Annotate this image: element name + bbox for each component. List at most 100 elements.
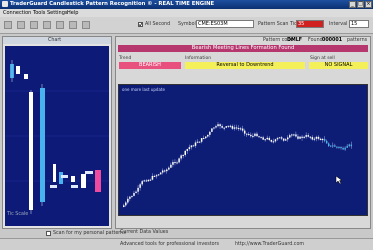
refresh-icon[interactable] <box>30 21 38 29</box>
candle-body <box>213 127 215 129</box>
candle-body <box>321 138 324 141</box>
symbol-label: Symbol <box>178 22 196 27</box>
zoom-out-icon[interactable] <box>56 21 64 29</box>
candle-body <box>151 175 154 180</box>
menu-help[interactable]: Help <box>67 10 78 16</box>
candle-body <box>229 125 232 127</box>
symbol-input[interactable]: CME:ES03M <box>196 20 254 28</box>
interval-select[interactable]: 15 <box>349 20 369 28</box>
candle-body <box>260 137 262 139</box>
candle-body <box>270 139 273 142</box>
candle-body <box>332 145 334 147</box>
main-candlestick-chart[interactable]: one more last update <box>118 84 368 216</box>
candle-body <box>190 145 193 148</box>
personal-patterns-label: Scan for my personal patterns <box>53 231 126 236</box>
window-title: TraderGuard Candlestick Pattern Recognit… <box>10 1 215 7</box>
candle-body <box>237 128 240 130</box>
candle-body <box>336 146 338 148</box>
help-icon[interactable] <box>82 21 90 29</box>
zoom-in-icon[interactable] <box>43 21 51 29</box>
left-panel-title: Chart <box>48 38 62 43</box>
preview-candle <box>40 88 45 202</box>
candle-body <box>221 126 223 128</box>
candle-body <box>196 141 199 143</box>
status-bar: Advanced tools for professional investor… <box>0 238 373 250</box>
back-icon[interactable] <box>4 21 12 29</box>
candle-body <box>125 202 127 206</box>
candle-body <box>143 180 145 182</box>
minimize-button[interactable]: _ <box>349 1 356 8</box>
candle-body <box>184 150 186 155</box>
candle-body <box>264 139 266 141</box>
candle-body <box>223 127 225 129</box>
candle-body <box>147 179 150 182</box>
candle-body <box>248 133 250 135</box>
found-suffix: patterns <box>347 38 368 43</box>
personal-patterns-checkbox[interactable] <box>46 231 51 236</box>
candle-body <box>307 135 309 137</box>
candle-body <box>207 134 209 137</box>
candle-body <box>217 124 219 127</box>
candle-body <box>295 134 297 137</box>
menu-connection[interactable]: Connection <box>3 10 31 16</box>
candle-body <box>258 136 260 138</box>
candle-body <box>178 158 180 163</box>
toolbar: All Second Symbol CME:ES03M Pattern Scan… <box>0 17 373 34</box>
pattern-code-value: DMLF <box>287 38 303 43</box>
preview-value-tag <box>50 185 57 188</box>
candle-body <box>293 134 295 136</box>
interval-label: Interval <box>329 22 348 27</box>
candle-body <box>334 145 336 147</box>
found-value: 000001 <box>322 38 343 43</box>
candle-body <box>297 136 299 139</box>
candle-body <box>323 138 326 141</box>
all-second-checkbox[interactable] <box>138 22 143 27</box>
maximize-button[interactable]: □ <box>357 1 364 8</box>
left-bottom-label: Tic Scale <box>7 212 29 217</box>
settings-icon[interactable] <box>69 21 77 29</box>
candle-body <box>133 192 135 196</box>
candle-body <box>209 131 211 135</box>
candle-body <box>153 175 156 177</box>
signal-value: NO SIGNAL <box>309 62 368 69</box>
candle-body <box>309 136 312 138</box>
checkbox-icon <box>139 23 142 26</box>
candle-body <box>299 136 301 139</box>
candle-body <box>274 139 277 142</box>
preview-candle <box>81 174 86 188</box>
menu-tools[interactable]: Tools <box>33 10 45 16</box>
candle-body <box>129 196 131 199</box>
menu-settings[interactable]: Settings <box>47 10 68 16</box>
information-value: Reversal to Downtrend <box>185 62 305 69</box>
trend-label: Trend <box>119 56 132 61</box>
pattern-preview-svg <box>5 60 109 214</box>
candle-body <box>188 147 191 150</box>
candle-body <box>280 137 283 139</box>
candle-body <box>157 174 160 176</box>
forward-icon[interactable] <box>17 21 25 29</box>
candle-body <box>170 164 172 168</box>
candle-body <box>202 138 205 140</box>
candle-body <box>149 179 152 181</box>
candle-body <box>123 205 125 207</box>
candle-body <box>205 136 207 139</box>
preview-candle <box>29 92 33 210</box>
candle-body <box>287 137 289 140</box>
preview-candle <box>71 176 75 182</box>
candle-body <box>155 175 158 177</box>
candle-body <box>305 135 307 137</box>
trend-value: BEARISH <box>119 62 181 69</box>
left-panel-header: Chart <box>3 37 111 44</box>
candle-body <box>215 126 217 128</box>
close-button[interactable]: × <box>365 1 372 8</box>
candle-body <box>211 128 213 132</box>
candle-body <box>282 138 285 141</box>
candle-body <box>338 146 340 148</box>
chart-caption: Current Data Values <box>120 230 169 235</box>
candle-body <box>303 136 305 138</box>
candle-body <box>161 170 164 173</box>
preview-value-tag <box>85 171 93 174</box>
pattern-scan-select[interactable]: 35 <box>296 20 324 28</box>
candle-body <box>284 139 287 141</box>
candle-body <box>250 134 252 137</box>
